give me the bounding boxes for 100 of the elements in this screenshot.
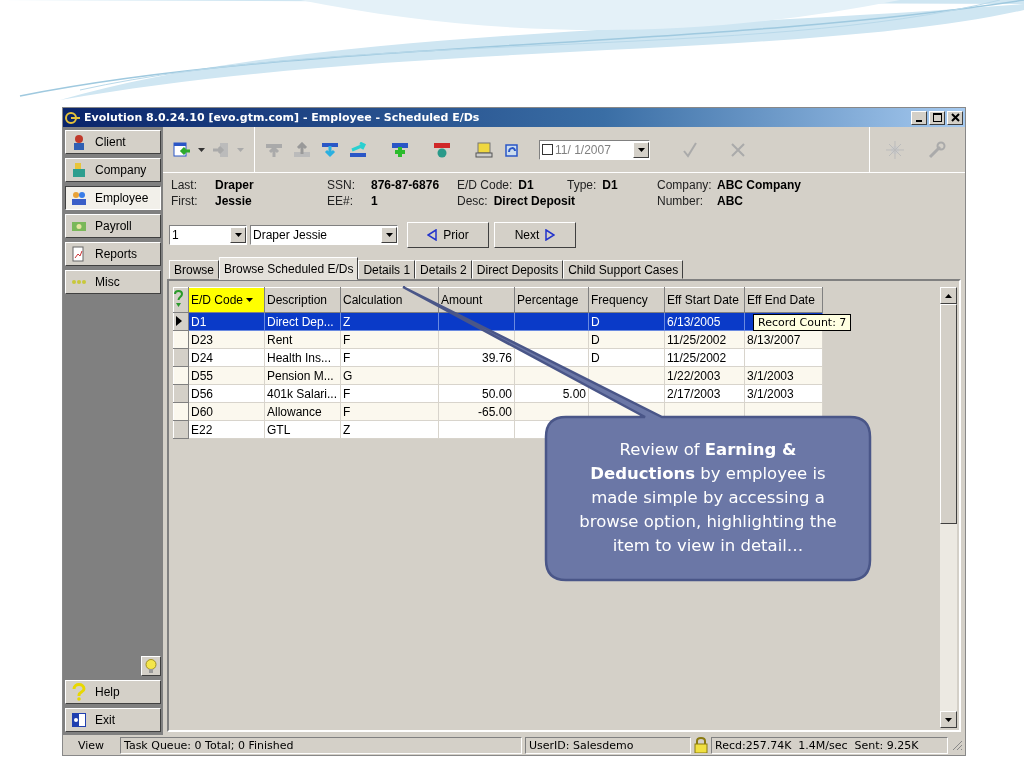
field-value: 876-87-6876	[371, 178, 440, 192]
table-cell: 11/25/2002	[667, 332, 727, 347]
scroll-down-button[interactable]	[940, 711, 957, 728]
number-combo[interactable]: 1	[169, 225, 247, 245]
table-cell: 401k Salari...	[267, 386, 338, 401]
tab[interactable]: Details 1	[358, 260, 416, 279]
sidebar-item[interactable]: Employee	[65, 186, 161, 210]
tab[interactable]: Browse Scheduled E/Ds	[219, 257, 359, 280]
field-label: Company:	[657, 178, 711, 192]
plus-icon[interactable]	[391, 141, 409, 158]
check-icon[interactable]	[682, 141, 698, 158]
date-checkbox[interactable]	[542, 144, 553, 155]
table-cell: F	[343, 350, 351, 365]
scrollbar[interactable]	[940, 287, 957, 728]
table-row[interactable]: D24 Health Ins... F 39.76 D 11/25/2002	[173, 348, 823, 367]
table-cell: D	[591, 332, 600, 347]
table-row[interactable]: D55 Pension M... G 1/22/2003 3/1/2003	[173, 366, 823, 385]
table-cell: 6/13/2005	[667, 314, 721, 329]
sidebar-item[interactable]: Exit	[65, 708, 161, 732]
scroll-up-button[interactable]	[940, 287, 957, 304]
refresh-icon[interactable]	[503, 141, 521, 158]
sidebar-item[interactable]: Payroll	[65, 214, 161, 238]
tab[interactable]: Browse	[169, 260, 219, 279]
field-label: EE#:	[327, 194, 354, 208]
status-traffic: Recd:257.74K 1.4M/sec Sent: 9.25K	[711, 736, 948, 754]
caret-up-icon	[945, 293, 952, 298]
tips-button[interactable]	[141, 656, 161, 676]
tab[interactable]: Direct Deposits	[471, 260, 564, 279]
table-cell: 2/17/2003	[667, 386, 721, 401]
callout-text: Review of Earning & Deductions by employee is made simple by accessing a browse option, highlighting the item to view in detail…	[578, 439, 838, 557]
table-cell: 8/13/2007	[747, 332, 801, 347]
tab[interactable]: Child Support Cases	[563, 260, 684, 279]
field-value: 1	[371, 194, 378, 208]
app-logo-icon	[65, 110, 81, 125]
record-count-tooltip: Record Count: 7	[753, 314, 852, 331]
resize-grip-icon[interactable]	[951, 739, 963, 751]
field-value: Jessie	[215, 194, 252, 208]
table-cell: D1	[191, 314, 207, 329]
tab[interactable]: Details 2	[415, 260, 472, 279]
lightbulb-icon	[145, 658, 157, 674]
table-cell: D55	[191, 368, 213, 383]
table-cell: F	[343, 404, 351, 419]
status-user: UserID: Salesdemo	[525, 736, 691, 754]
table-cell: F	[343, 332, 351, 347]
door-exit-icon	[71, 712, 87, 728]
caret-icon[interactable]	[198, 147, 205, 152]
field-value: ABC	[717, 194, 743, 208]
chart-icon	[71, 246, 87, 262]
table-cell: D56	[191, 386, 213, 401]
sidebar-item[interactable]: Help	[65, 680, 161, 704]
field-label: E/D Code:	[457, 178, 513, 192]
table-cell: D	[591, 314, 600, 329]
download-icon[interactable]	[321, 141, 339, 158]
row-pointer-icon	[176, 315, 182, 326]
minimize-button[interactable]	[911, 110, 927, 125]
dropdown-button[interactable]	[633, 141, 649, 158]
window-arrow-icon[interactable]	[173, 141, 191, 158]
table-cell: 1/22/2003	[667, 368, 721, 383]
table-cell: -65.00	[477, 404, 512, 419]
close-icon	[950, 113, 960, 122]
prior-button[interactable]: Prior	[407, 222, 489, 248]
table-cell: G	[343, 368, 353, 383]
table-cell: D60	[191, 404, 213, 419]
page-icon[interactable]	[475, 141, 493, 158]
next-button[interactable]: Next	[494, 222, 576, 248]
table-cell: 3/1/2003	[747, 368, 794, 383]
delete-icon[interactable]	[433, 141, 451, 158]
status-view: View	[76, 737, 106, 754]
question-mark-icon	[174, 289, 183, 308]
field-value: Draper	[215, 178, 254, 192]
maximize-icon	[932, 113, 942, 122]
person-icon	[71, 134, 87, 150]
table-cell: F	[343, 386, 351, 401]
field-value: D1	[518, 178, 534, 192]
sidebar-item[interactable]: Company	[65, 158, 161, 182]
table-cell: Rent	[267, 332, 293, 347]
maximize-button[interactable]	[929, 110, 945, 125]
people-icon	[71, 190, 87, 206]
date-field[interactable]: 11/ 1/2007	[539, 139, 650, 160]
table-row[interactable]: D23 Rent F D 11/25/2002 8/13/2007	[173, 330, 823, 349]
employee-combo[interactable]: Draper Jessie	[250, 225, 398, 245]
table-cell: 39.76	[481, 350, 512, 365]
table-row[interactable]: D56 401k Salari... F 50.00 5.00 2/17/2003 3/1/2003	[173, 384, 823, 403]
field-label: Type:	[567, 178, 597, 192]
sidebar-item[interactable]: Misc	[65, 270, 161, 294]
table-cell: E22	[191, 422, 213, 437]
table-cell: D23	[191, 332, 213, 347]
field-label: Desc:	[457, 194, 488, 208]
field-label: Number:	[657, 194, 704, 208]
sidebar-item[interactable]: Client	[65, 130, 161, 154]
table-cell: GTL	[267, 422, 291, 437]
table-cell: Z	[343, 314, 351, 329]
status-task-queue: Task Queue: 0 Total; 0 Finished	[120, 736, 522, 754]
swap-icon[interactable]	[349, 141, 367, 158]
close-button[interactable]	[947, 110, 963, 125]
window-title: Evolution 8.0.24.10 [evo.gtm.com] - Employee - Scheduled E/Ds	[84, 111, 481, 124]
field-value: Direct Deposit	[493, 194, 576, 208]
sidebar-item[interactable]: Reports	[65, 242, 161, 266]
table-cell: Health Ins...	[267, 350, 332, 365]
scroll-thumb[interactable]	[940, 304, 957, 524]
